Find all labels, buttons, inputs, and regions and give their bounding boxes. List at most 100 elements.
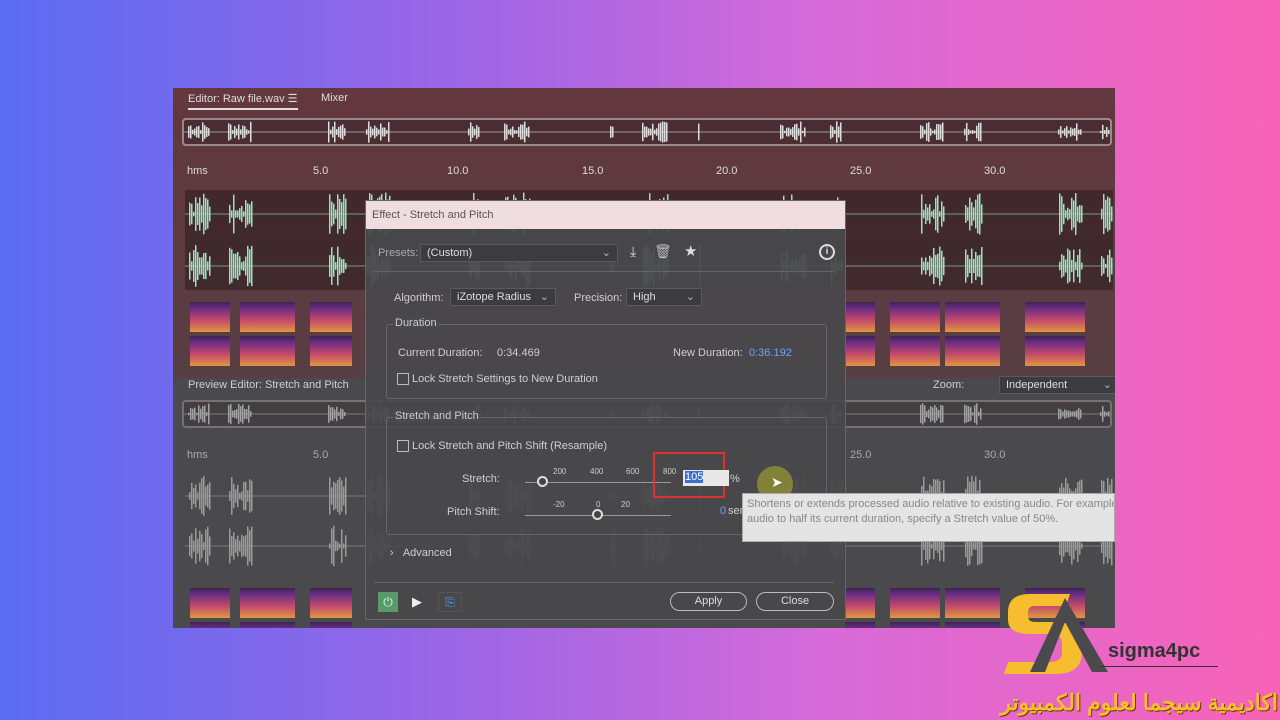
tab-label: Editor: Raw file.wav [188,93,285,105]
chevron-down-icon: ⌄ [685,291,695,303]
zoom-label: Zoom: [933,379,965,391]
spectrogram-block [1025,302,1085,332]
checkbox-box[interactable] [397,440,409,453]
chevron-right-icon: › [390,547,394,559]
spectrogram-block [240,588,295,618]
save-preset-icon[interactable]: ⤓ [630,243,636,260]
ruler-label: 25.0 [850,449,872,461]
slider-tick-label: 20 [621,500,630,509]
stretch-unit: % [730,473,740,485]
spectrogram-block [890,622,940,628]
current-duration-value: 0:34.469 [497,347,540,359]
hamburger-icon[interactable]: ☰ [288,93,298,105]
ruler-label: hms [187,449,208,461]
ruler-label: 5.0 [313,449,329,461]
spectrogram-block [945,622,1000,628]
presets-value: (Custom) [427,247,473,259]
checkbox-box[interactable] [397,373,409,386]
logo-brand-text: sigma4pc [1108,640,1201,662]
spectrogram-block [240,302,295,332]
sigma4pc-logo: sigma4pc [1000,592,1220,688]
stretch-slider-handle[interactable] [537,476,548,487]
new-duration-label: New Duration: [673,347,743,359]
tab-editor[interactable]: Editor: Raw file.wav ☰ [188,92,298,110]
new-duration-value[interactable]: 0:36.192 [749,347,792,359]
slider-tick-label: -20 [553,500,565,509]
tab-mixer[interactable]: Mixer [321,92,348,104]
advanced-label: Advanced [402,547,452,559]
pitch-shift-label: Pitch Shift: [447,506,500,518]
algorithm-value: iZotope Radius [457,291,531,303]
spectrogram-block [845,302,875,332]
ruler-label: 20.0 [716,165,738,177]
zoom-dropdown[interactable]: Independent ⌄ [999,376,1115,394]
stretch-label: Stretch: [462,473,500,485]
pitch-shift-slider-handle[interactable] [592,509,603,520]
spectrogram-block [310,588,352,618]
spectrogram-block [845,336,875,366]
mouse-cursor-icon: ➤ [771,474,783,490]
chevron-down-icon: ⌄ [601,247,611,259]
waveform-graphic [184,121,1110,143]
chevron-down-icon: ⌄ [539,291,549,303]
chevron-down-icon: ⌄ [1102,379,1112,391]
dialog-title: Effect - Stretch and Pitch [366,201,845,229]
spectrogram-block [240,336,295,366]
ruler-label: hms [187,165,208,177]
stretch-input[interactable]: 105 [683,470,729,486]
favorite-star-icon[interactable]: ★ [684,242,697,260]
checkbox-label: Lock Stretch and Pitch Shift (Resample) [412,440,608,452]
current-duration-label: Current Duration: [398,347,483,359]
pitch-shift-value[interactable]: 0 [720,505,726,517]
spectrogram-block [945,588,1000,618]
presets-dropdown[interactable]: (Custom) ⌄ [420,244,618,262]
preview-editor-title: Preview Editor: Stretch and Pitch [188,379,349,391]
info-icon[interactable]: i [819,244,835,260]
stretch-tooltip: Shortens or extends processed audio rela… [742,493,1115,542]
precision-value: High [633,291,656,303]
spectrogram-block [890,302,940,332]
time-ruler[interactable]: hms 5.0 10.0 15.0 20.0 25.0 30.0 [185,165,1113,189]
loop-export-icon[interactable]: ⎘ [438,592,462,612]
duration-group: Duration Current Duration: 0:34.469 New … [386,317,827,399]
play-icon[interactable]: ▶ [412,594,422,610]
spectrogram-block [240,622,295,628]
ruler-label: 10.0 [447,165,469,177]
power-toggle-icon[interactable]: ⏻ [378,592,398,612]
spectrogram-block [845,622,875,628]
stretch-value: 105 [685,471,704,483]
ruler-label: 30.0 [984,165,1006,177]
ruler-label: 5.0 [313,165,329,177]
lock-resample-checkbox[interactable]: Lock Stretch and Pitch Shift (Resample) [397,440,608,453]
spectrogram-block [945,302,1000,332]
apply-button[interactable]: Apply [670,592,747,611]
lock-duration-checkbox[interactable]: Lock Stretch Settings to New Duration [397,373,598,386]
ruler-label: 30.0 [984,449,1006,461]
spectrogram-block [190,336,230,366]
tooltip-text: Shortens or extends processed audio rela… [747,498,1114,525]
divider [374,271,834,272]
advanced-toggle[interactable]: › Advanced [390,547,452,559]
logo-underline [1100,666,1218,667]
close-button[interactable]: Close [756,592,834,611]
slider-tick-label: 600 [626,467,640,476]
spectrogram-block [845,588,875,618]
spectrogram-block [890,588,940,618]
delete-preset-icon[interactable]: 🗑 [654,243,672,260]
spectrogram-block [190,302,230,332]
group-title: Duration [393,317,439,329]
stretch-pitch-dialog: Effect - Stretch and Pitch Presets: (Cus… [365,200,846,620]
presets-label: Presets: [378,247,419,259]
ruler-label: 15.0 [582,165,604,177]
overview-waveform[interactable] [182,118,1112,146]
spectrogram-block [890,336,940,366]
spectrogram-block [190,588,230,618]
logo-arabic-text: اكاديمية سيجما لعلوم الكمبيوتر [1000,690,1278,715]
precision-dropdown[interactable]: High ⌄ [626,288,702,306]
logo-mark [1004,594,1108,674]
slider-tick-label: 200 [553,467,567,476]
spectrogram-block [190,622,230,628]
algorithm-dropdown[interactable]: iZotope Radius ⌄ [450,288,556,306]
zoom-value: Independent [1006,379,1068,391]
precision-label: Precision: [574,292,623,304]
